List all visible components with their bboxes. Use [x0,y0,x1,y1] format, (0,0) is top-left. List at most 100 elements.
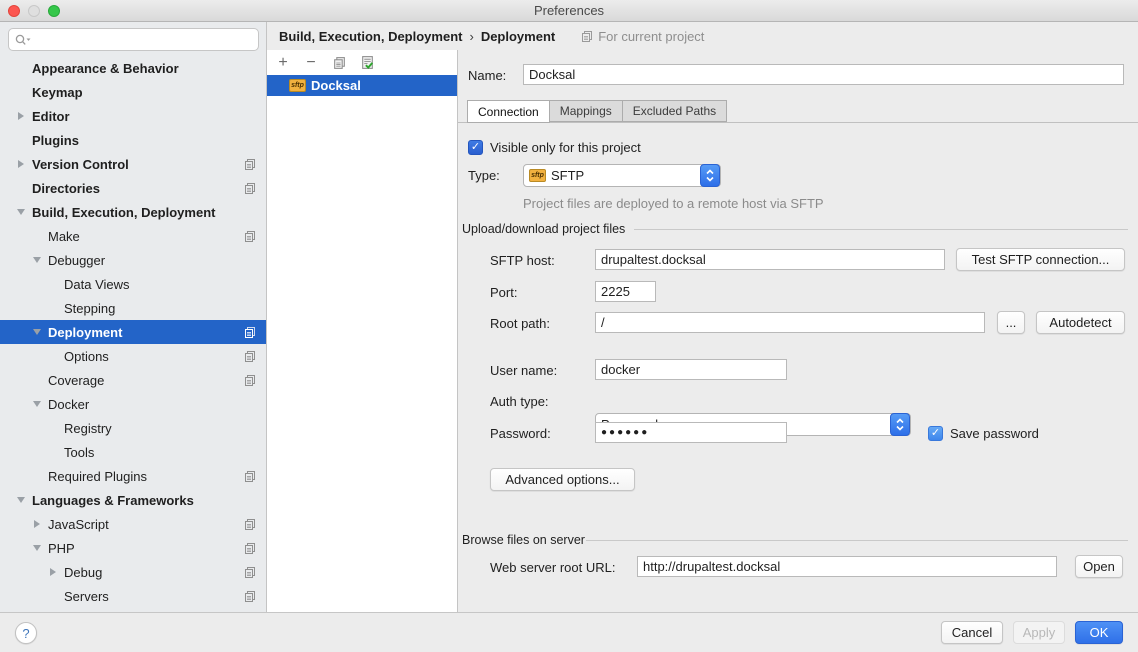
sidebar-item-javascript[interactable]: JavaScript [0,512,266,536]
server-item-docksal[interactable]: sftp Docksal [267,75,457,96]
save-password-label: Save password [950,423,1039,444]
sidebar-item-version-control[interactable]: Version Control [0,152,266,176]
test-sftp-connection-button[interactable]: Test SFTP connection... [956,248,1125,271]
title-bar: Preferences [0,0,1138,22]
chevron-down-icon[interactable] [26,545,48,551]
browse-section-divider [586,540,1128,541]
tab-mappings[interactable]: Mappings [549,100,623,122]
port-input[interactable] [595,281,656,302]
scope-label: For current project [598,29,704,44]
apply-button[interactable]: Apply [1013,621,1065,644]
sidebar-item-servers[interactable]: Servers [0,584,266,608]
scope-indicator: For current project [581,29,704,44]
autodetect-button[interactable]: Autodetect [1036,311,1125,334]
chevron-right-icon[interactable] [42,568,64,576]
chevron-down-icon[interactable] [10,497,32,503]
open-button[interactable]: Open [1075,555,1123,578]
auth-type-label: Auth type: [490,391,549,412]
breadcrumb: Build, Execution, Deployment › Deploymen… [267,22,1138,50]
chevron-right-icon[interactable] [10,112,32,120]
chevron-down-icon[interactable] [26,401,48,407]
tab-connection[interactable]: Connection [467,100,550,123]
browse-section-title: Browse files on server [462,533,585,547]
sftp-host-input[interactable] [595,249,945,270]
chevron-down-icon[interactable] [26,329,48,335]
sidebar-item-label: Servers [64,589,109,604]
sidebar-item-label: Data Views [64,277,130,292]
advanced-options-button[interactable]: Advanced options... [490,468,635,491]
sidebar-item-label: PHP [48,541,75,556]
window-title: Preferences [0,3,1138,18]
sidebar-item-label: Deployment [48,325,122,340]
sidebar-item-make[interactable]: Make [0,224,266,248]
cancel-button[interactable]: Cancel [941,621,1003,644]
ok-button[interactable]: OK [1075,621,1123,644]
password-input[interactable] [595,422,787,443]
sidebar-item-registry[interactable]: Registry [0,416,266,440]
sidebar-item-debugger[interactable]: Debugger [0,248,266,272]
sidebar-item-build-execution-deployment[interactable]: Build, Execution, Deployment [0,200,266,224]
sidebar-item-editor[interactable]: Editor [0,104,266,128]
upload-section-divider [634,229,1128,230]
sidebar-item-languages-frameworks[interactable]: Languages & Frameworks [0,488,266,512]
shared-settings-icon [244,326,256,339]
deployment-form: Name: Connection Mappings Excluded Paths… [458,50,1138,612]
browse-root-path-button[interactable]: ... [997,311,1025,334]
sidebar-item-data-views[interactable]: Data Views [0,272,266,296]
sidebar-item-label: Directories [32,181,100,196]
help-button[interactable]: ? [15,622,37,644]
sidebar-item-stepping[interactable]: Stepping [0,296,266,320]
type-select[interactable]: sftp SFTP [523,164,721,187]
server-item-label: Docksal [311,78,361,93]
user-name-input[interactable] [595,359,787,380]
visible-only-checkbox[interactable]: ✓ [468,140,483,155]
use-as-default-icon[interactable] [359,55,375,71]
chevron-right-icon[interactable] [10,160,32,168]
search-box[interactable] [8,28,259,51]
chevron-down-icon[interactable] [26,257,48,263]
save-password-checkbox[interactable]: ✓ [928,426,943,441]
sidebar-item-tools[interactable]: Tools [0,440,266,464]
chevron-down-icon[interactable] [10,209,32,215]
sidebar-item-label: Build, Execution, Deployment [32,205,215,220]
breadcrumb-parent[interactable]: Build, Execution, Deployment [279,29,462,44]
sidebar-item-keymap[interactable]: Keymap [0,80,266,104]
sidebar-item-directories[interactable]: Directories [0,176,266,200]
copy-server-icon[interactable] [331,55,347,71]
type-label: Type: [468,165,500,186]
user-name-label: User name: [490,360,557,381]
sidebar-item-required-plugins[interactable]: Required Plugins [0,464,266,488]
sidebar-item-label: Options [64,349,109,364]
sidebar-item-label: Tools [64,445,94,460]
project-copy-icon [581,30,593,43]
tab-excluded-paths[interactable]: Excluded Paths [622,100,727,122]
sidebar-item-plugins[interactable]: Plugins [0,128,266,152]
sidebar-item-label: Make [48,229,80,244]
root-path-label: Root path: [490,313,550,334]
sidebar-item-debug[interactable]: Debug [0,560,266,584]
name-label: Name: [468,65,506,86]
shared-settings-icon [244,230,256,243]
sidebar-item-label: Docker [48,397,89,412]
sidebar-item-deployment[interactable]: Deployment [0,320,266,344]
upload-section-title: Upload/download project files [462,222,625,236]
chevron-right-icon[interactable] [26,520,48,528]
sidebar-item-docker[interactable]: Docker [0,392,266,416]
name-input[interactable] [523,64,1124,85]
sidebar-item-appearance-behavior[interactable]: Appearance & Behavior [0,56,266,80]
sidebar-item-coverage[interactable]: Coverage [0,368,266,392]
port-label: Port: [490,282,517,303]
add-server-icon[interactable]: + [275,55,291,71]
web-root-input[interactable] [637,556,1057,577]
sidebar-item-label: Languages & Frameworks [32,493,194,508]
breadcrumb-current: Deployment [481,29,555,44]
type-value: SFTP [551,168,584,183]
sidebar-item-options[interactable]: Options [0,344,266,368]
breadcrumb-separator: › [469,29,473,44]
sidebar-item-label: Editor [32,109,70,124]
sftp-file-icon: sftp [289,79,306,92]
remove-server-icon[interactable]: − [303,55,319,71]
root-path-input[interactable] [595,312,985,333]
search-input[interactable] [35,32,252,47]
sidebar-item-php[interactable]: PHP [0,536,266,560]
